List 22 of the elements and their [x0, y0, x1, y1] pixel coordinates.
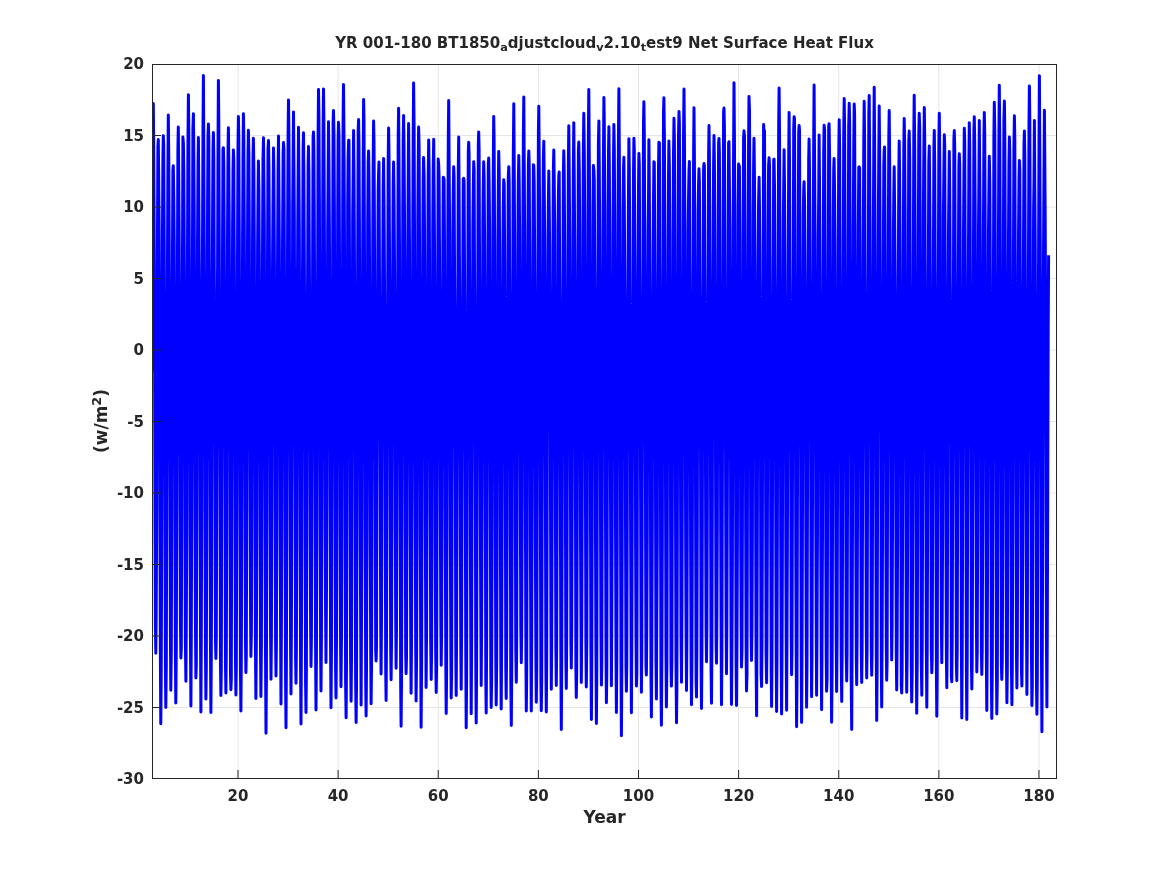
x-tick-label: 20	[227, 786, 249, 807]
y-tick-label: 20	[123, 53, 144, 75]
y-tick-label: 10	[123, 196, 144, 218]
y-tick-label: -10	[116, 482, 144, 504]
y-tick-label: 15	[123, 125, 144, 147]
chart-title: YR 001-180 BT1850$_{a}$djustcloud$_{v}$2.10$_{t}$est9 Net Surface Heat Flux	[334, 33, 875, 55]
x-axis-label: Year	[582, 806, 627, 829]
y-tick-label: 0	[133, 339, 144, 361]
y-tick-label: -25	[116, 697, 144, 719]
y-tick-label: -20	[116, 625, 144, 647]
x-tick-label: 120	[722, 786, 755, 807]
y-tick-label: -15	[116, 554, 144, 576]
y-tick-label: -30	[116, 768, 144, 790]
y-tick-label: 5	[133, 268, 144, 290]
y-tick-label: -5	[127, 411, 144, 433]
x-tick-label: 180	[1023, 786, 1055, 807]
x-tick-label: 160	[923, 786, 955, 807]
x-tick-label: 60	[427, 786, 449, 807]
x-tick-label: 100	[622, 786, 655, 807]
x-tick-label: 40	[327, 786, 349, 807]
x-tick-label: 140	[823, 786, 855, 807]
x-tick-label: 80	[527, 786, 549, 807]
